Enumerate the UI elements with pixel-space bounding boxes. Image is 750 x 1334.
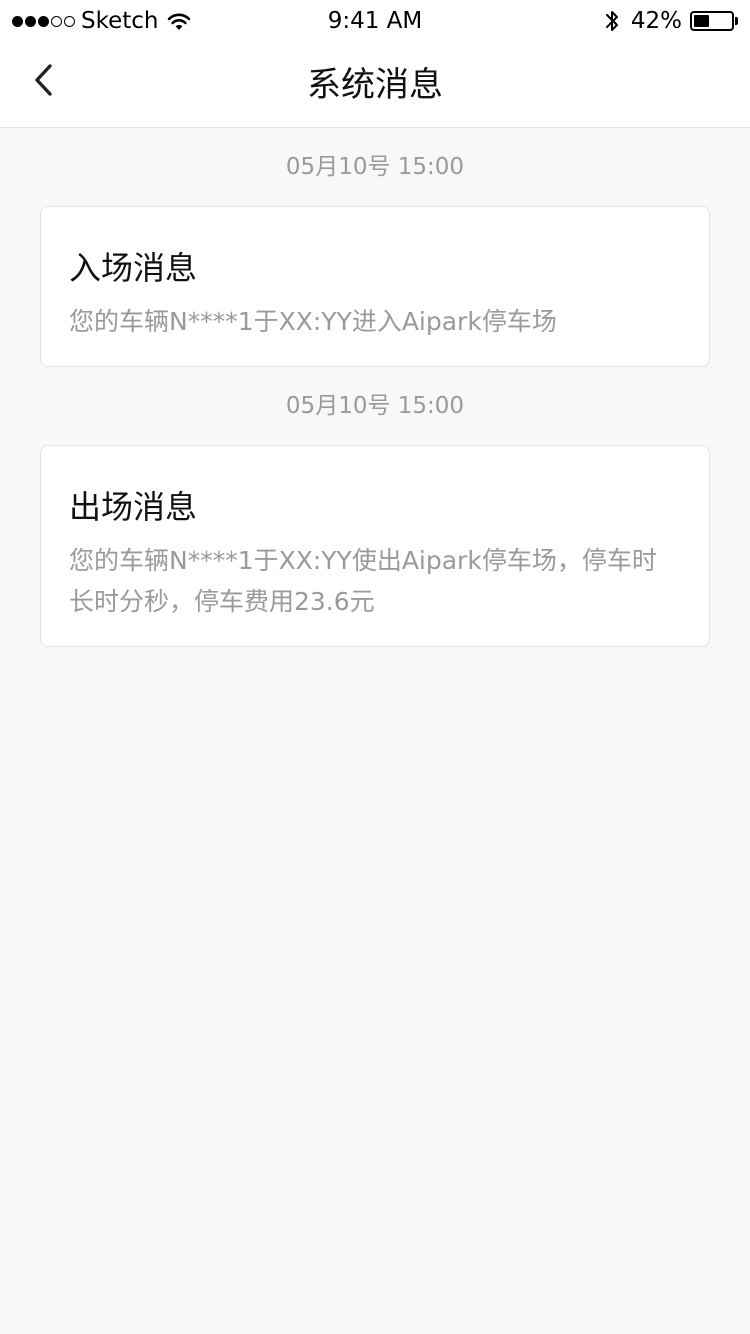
page-title: 系统消息 <box>307 65 443 105</box>
message-list: 05月10号 15:00 入场消息 您的车辆N****1于XX:YY进入Aipa… <box>0 128 750 647</box>
message-timestamp: 05月10号 15:00 <box>285 154 465 180</box>
battery-icon <box>690 11 734 31</box>
bluetooth-icon <box>605 11 618 31</box>
back-button[interactable] <box>20 56 68 104</box>
nav-bar: 系统消息 <box>0 40 750 128</box>
message-title: 出场消息 <box>69 488 198 526</box>
message-body: 您的车辆N****1于XX:YY进入Aipark停车场 <box>69 307 557 336</box>
message-body: 您的车辆N****1于XX:YY使出Aipark停车场，停车时长时分秒，停车费用… <box>69 546 657 616</box>
status-bar: Sketch 9:41 AM 42% <box>0 0 750 40</box>
battery-percent: 42% <box>630 8 682 34</box>
chevron-left-icon <box>35 64 52 96</box>
status-right: 42% <box>605 6 738 36</box>
message-card-exit[interactable]: 出场消息 您的车辆N****1于XX:YY使出Aipark停车场，停车时长时分秒… <box>40 445 710 647</box>
battery-level <box>694 15 709 27</box>
battery-tip <box>735 17 738 25</box>
message-title: 入场消息 <box>69 249 198 287</box>
message-timestamp: 05月10号 15:00 <box>285 393 465 419</box>
message-card-entry[interactable]: 入场消息 您的车辆N****1于XX:YY进入Aipark停车场 <box>40 206 710 367</box>
